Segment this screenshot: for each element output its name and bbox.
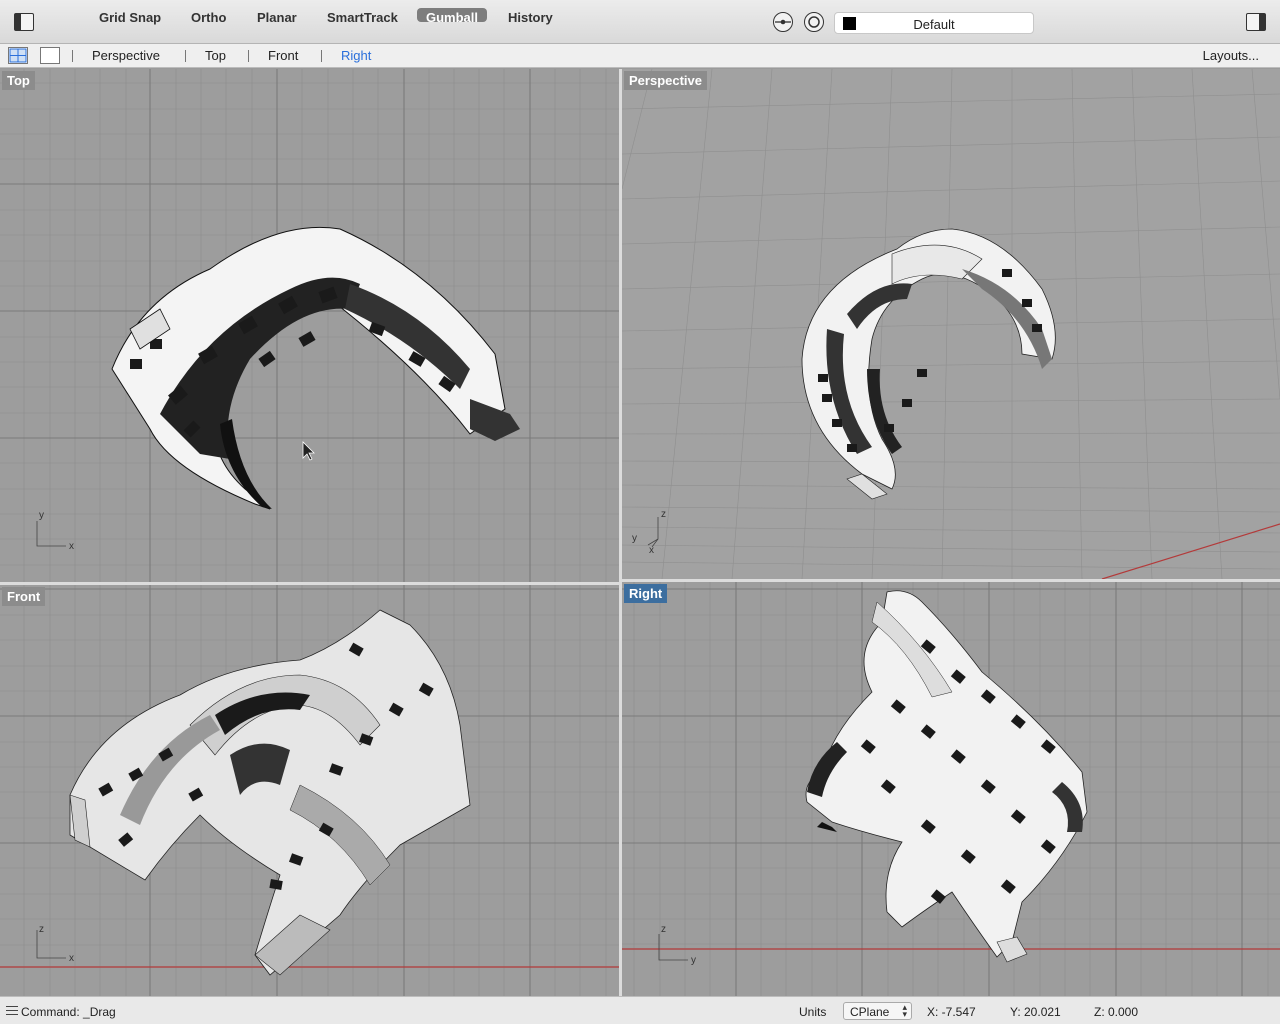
command-history-icon[interactable] (6, 1006, 18, 1015)
viewport-label-top[interactable]: Top (2, 71, 35, 90)
planar-toggle[interactable]: Planar (248, 8, 306, 25)
history-toggle[interactable]: History (499, 8, 562, 25)
layouts-button[interactable]: Layouts... (1203, 48, 1259, 63)
cuff-model-top (111, 226, 520, 510)
tab-top[interactable]: Top (205, 48, 226, 63)
tab-separator (72, 50, 73, 62)
tab-front[interactable]: Front (268, 48, 298, 63)
command-prompt[interactable]: Command: _Drag (21, 1005, 116, 1019)
layer-selector[interactable]: Default (834, 12, 1034, 34)
viewport-horizontal-splitter-left[interactable] (0, 582, 619, 585)
perspective-axis-icon (647, 517, 659, 548)
mouse-cursor-icon (302, 441, 315, 461)
viewport-tab-bar: Perspective Top Front Right Layouts... (0, 44, 1280, 68)
units-label[interactable]: Units (799, 1005, 826, 1019)
ortho-toggle[interactable]: Ortho (182, 8, 235, 25)
viewport-perspective[interactable]: z y x Perspective (622, 69, 1280, 579)
viewport-label-front[interactable]: Front (2, 587, 46, 606)
right-sidebar-toggle-icon[interactable] (1246, 13, 1266, 31)
status-bar: Command: _Drag Units CPlane ▴ ▾ X: -7.547… (0, 996, 1280, 1024)
x-coordinate: X: -7.547 (927, 1005, 976, 1019)
grid-snap-toggle[interactable]: Grid Snap (90, 8, 170, 25)
perspective-axis-x-label: x (649, 545, 654, 556)
top-axis-icon (36, 521, 66, 547)
viewport-top[interactable]: y x Top (0, 69, 619, 582)
single-viewport-layout-icon[interactable] (40, 47, 60, 64)
coordinate-plane-select[interactable]: CPlane ▴ ▾ (843, 1002, 912, 1020)
top-axis-x-label: x (69, 541, 74, 552)
osnap-point-icon[interactable] (773, 12, 793, 32)
perspective-axis-z-label: z (661, 509, 666, 520)
tab-right[interactable]: Right (341, 48, 371, 63)
viewport-vertical-splitter[interactable] (619, 69, 622, 996)
perspective-viewport-canvas: z y x (622, 69, 1280, 579)
viewport-front[interactable]: z x Front (0, 585, 619, 996)
right-axis-z-label: z (661, 924, 666, 935)
top-axis-y-label: y (39, 510, 44, 521)
select-arrows-icon: ▴ ▾ (902, 1002, 907, 1019)
tab-separator (248, 50, 249, 62)
tab-separator (321, 50, 322, 62)
top-viewport-canvas: y x (0, 69, 619, 582)
right-axis-icon (658, 934, 688, 961)
front-axis-x-label: x (69, 953, 74, 964)
viewport-right[interactable]: z y Right (622, 582, 1280, 996)
viewport-label-right[interactable]: Right (624, 584, 668, 603)
right-axis-y-label: y (691, 955, 696, 966)
smarttrack-toggle[interactable]: SmartTrack (318, 8, 407, 25)
front-viewport-canvas: z x (0, 585, 619, 996)
top-toolbar: Grid Snap Ortho Planar SmartTrack Gumbal… (0, 0, 1280, 44)
perspective-axis-y-label: y (632, 533, 637, 544)
cuff-model-right (805, 590, 1088, 963)
z-coordinate: Z: 0.000 (1094, 1005, 1139, 1019)
cplane-select-value: CPlane (850, 1005, 890, 1019)
right-viewport-canvas: z y (622, 582, 1280, 996)
tab-separator (185, 50, 186, 62)
y-coordinate: Y: 20.021 (1010, 1005, 1061, 1019)
osnap-circle-icon[interactable] (804, 12, 824, 32)
four-viewport-layout-icon[interactable] (8, 47, 28, 64)
front-axis-z-label: z (39, 924, 44, 935)
gumball-toggle[interactable]: Gumball (417, 8, 488, 25)
viewport-horizontal-splitter-right[interactable] (622, 579, 1280, 582)
viewport-label-perspective[interactable]: Perspective (624, 71, 707, 90)
tab-perspective[interactable]: Perspective (92, 48, 160, 63)
cuff-model-front (69, 609, 471, 976)
left-sidebar-toggle-icon[interactable] (14, 13, 34, 31)
layer-name: Default (913, 17, 955, 32)
